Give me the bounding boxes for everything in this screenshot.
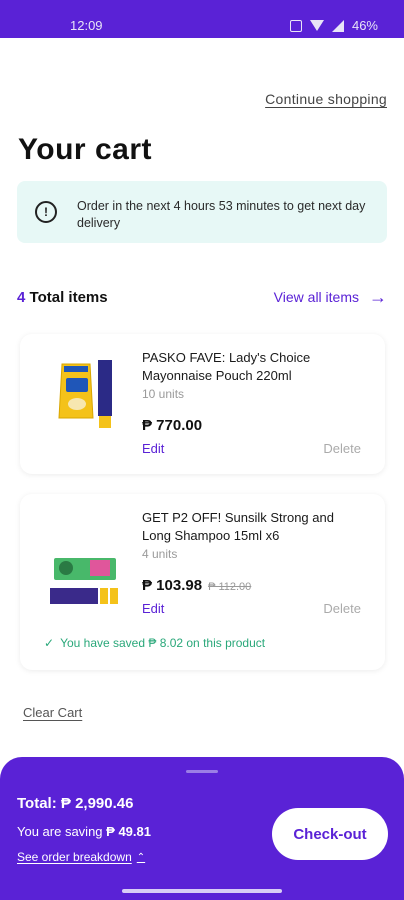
status-icons: 46%	[289, 18, 378, 33]
total-items: 4 Total items	[17, 289, 108, 306]
drag-handle[interactable]	[186, 770, 218, 773]
continue-shopping-link[interactable]: Continue shopping	[265, 91, 387, 107]
delete-button[interactable]: Delete	[323, 601, 361, 616]
wifi-icon	[309, 20, 324, 31]
signal-icon	[331, 19, 344, 32]
total-items-label: Total items	[29, 289, 108, 306]
product-price: ₱ 103.98 ₱ 112.00	[142, 577, 251, 594]
total-items-count: 4	[17, 289, 26, 306]
battery-text: 46%	[351, 18, 378, 33]
cart-item: PASKO FAVE: Lady's Choice Mayonnaise Pou…	[20, 334, 385, 474]
order-total: Total: ₱ 2,990.46	[17, 795, 133, 812]
price-current: ₱ 103.98	[142, 577, 203, 594]
page-title: Your cart	[18, 133, 152, 166]
total-value: ₱ 2,990.46	[60, 795, 134, 812]
view-all-items-link[interactable]: View all items →	[273, 287, 387, 307]
notification-icon	[289, 19, 302, 32]
order-savings: You are saving ₱ 49.81	[17, 824, 151, 839]
savings-note: ✓ You have saved ₱ 8.02 on this product	[44, 636, 265, 650]
status-time: 12:09	[70, 18, 103, 33]
savings-text: You have saved ₱ 8.02 on this product	[60, 636, 266, 650]
chevron-up-icon: ⌃	[136, 851, 146, 863]
saving-value: ₱ 49.81	[106, 824, 151, 839]
product-name: PASKO FAVE: Lady's Choice Mayonnaise Pou…	[142, 350, 311, 383]
price-original: ₱ 112.00	[208, 581, 252, 593]
product-name: GET P2 OFF! Sunsilk Strong and Long Sham…	[142, 510, 334, 543]
delete-button[interactable]: Delete	[323, 441, 361, 456]
clear-cart-link[interactable]: Clear Cart	[23, 705, 82, 720]
product-units: 10 units	[142, 387, 185, 401]
total-label: Total:	[17, 795, 57, 812]
product-price: ₱ 770.00	[142, 417, 202, 434]
home-indicator	[122, 889, 282, 893]
order-breakdown-link[interactable]: See order breakdown ⌃	[17, 850, 145, 864]
breakdown-label: See order breakdown	[17, 850, 132, 864]
cart-item: GET P2 OFF! Sunsilk Strong and Long Sham…	[20, 494, 385, 670]
delivery-notice: ! Order in the next 4 hours 53 minutes t…	[17, 181, 387, 243]
price-current: ₱ 770.00	[142, 417, 203, 434]
edit-button[interactable]: Edit	[142, 601, 164, 616]
product-units: 4 units	[142, 547, 178, 561]
arrow-right-icon: →	[369, 287, 387, 307]
product-thumbnail-mayonnaise	[50, 358, 122, 430]
saving-label: You are saving	[17, 824, 103, 839]
check-icon: ✓	[44, 636, 55, 650]
delivery-notice-text: Order in the next 4 hours 53 minutes to …	[77, 199, 366, 230]
status-bar: 12:09 46%	[0, 0, 404, 38]
info-icon: !	[35, 201, 57, 223]
order-summary-panel: Total: ₱ 2,990.46 You are saving ₱ 49.81…	[0, 757, 404, 900]
edit-button[interactable]: Edit	[142, 441, 164, 456]
checkout-button[interactable]: Check-out	[272, 808, 388, 860]
product-thumbnail-shampoo	[50, 552, 122, 608]
view-all-label: View all items	[273, 289, 359, 305]
